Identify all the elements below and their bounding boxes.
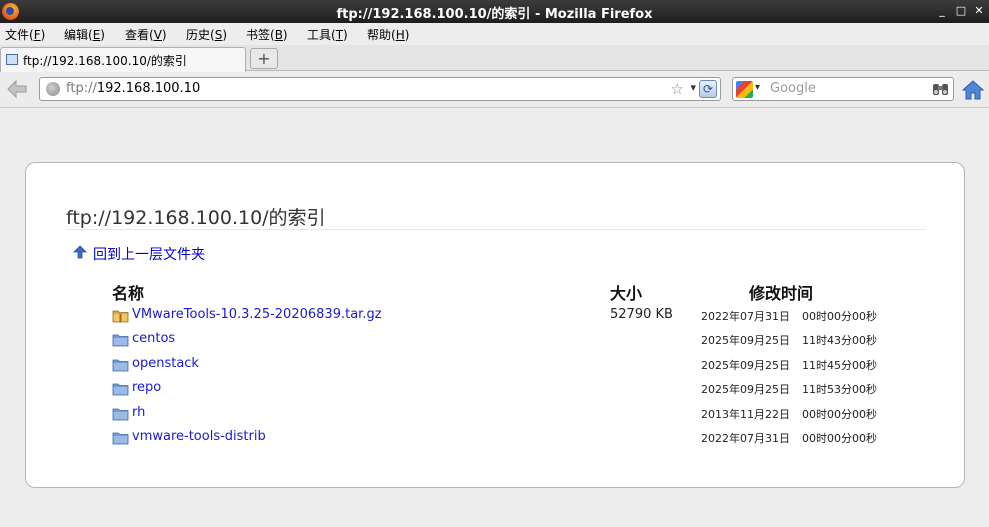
minimize-icon[interactable]: _ xyxy=(935,4,949,18)
new-tab-button[interactable]: + xyxy=(250,48,278,69)
menu-history[interactable]: 历史(S) xyxy=(186,26,227,43)
file-time: 00时00分00秒 xyxy=(802,432,877,445)
file-date: 2025年09月25日 xyxy=(701,358,790,372)
tab-label: ftp://192.168.100.10/的索引 xyxy=(23,54,187,68)
url-bar[interactable]: ftp://192.168.100.10 ☆ ▾ ⟳ xyxy=(39,77,721,101)
maximize-icon[interactable]: □ xyxy=(954,4,968,18)
table-row: repo 2025年09月25日 11时53分00秒 xyxy=(112,380,912,402)
divider xyxy=(66,229,926,230)
menu-edit[interactable]: 编辑(E) xyxy=(64,26,105,43)
tab-strip: ftp://192.168.100.10/的索引 + xyxy=(0,45,989,72)
parent-directory-label[interactable]: 回到上一层文件夹 xyxy=(93,244,205,264)
page-content: ftp://192.168.100.10/的索引 回到上一层文件夹 名称 大小 … xyxy=(0,109,989,527)
search-bar[interactable]: ▾ Google xyxy=(732,77,954,101)
menu-tools[interactable]: 工具(T) xyxy=(307,26,348,43)
window-title: ftp://192.168.100.10/的索引 - Mozilla Firef… xyxy=(336,7,653,22)
file-time: 00时00分00秒 xyxy=(802,407,877,421)
table-row: vmware-tools-distrib 2022年07月31日 00时00分00秒 xyxy=(112,429,912,451)
folder-icon[interactable] xyxy=(112,407,129,421)
folder-icon[interactable] xyxy=(112,382,129,396)
column-header-name[interactable]: 名称 xyxy=(112,280,144,304)
directory-listing-card: ftp://192.168.100.10/的索引 回到上一层文件夹 名称 大小 … xyxy=(25,162,965,488)
file-date: 2025年09月25日 xyxy=(701,383,790,397)
google-icon[interactable] xyxy=(736,81,753,98)
file-name-link[interactable]: VMwareTools-10.3.25-20206839.tar.gz xyxy=(132,307,382,322)
close-icon[interactable]: ✕ xyxy=(972,4,986,18)
chevron-down-icon[interactable]: ▾ xyxy=(755,82,760,93)
chevron-down-icon[interactable]: ▾ xyxy=(690,81,696,94)
file-name-link[interactable]: centos xyxy=(132,331,175,346)
reload-button[interactable]: ⟳ xyxy=(699,80,717,98)
table-row: VMwareTools-10.3.25-20206839.tar.gz 52790… xyxy=(112,307,912,329)
page-title: ftp://192.168.100.10/的索引 xyxy=(66,207,326,229)
file-name-link[interactable]: repo xyxy=(132,380,161,395)
file-name-link[interactable]: openstack xyxy=(132,356,199,371)
table-row: rh 2013年11月22日 00时00分00秒 xyxy=(112,405,912,427)
file-time: 11时43分00秒 xyxy=(802,334,877,348)
menu-bar: 文件(F) 编辑(E) 查看(V) 历史(S) 书签(B) 工具(T) 帮助(H) xyxy=(0,23,989,45)
file-size: 52790 KB xyxy=(610,307,673,322)
tab-ftp-index[interactable]: ftp://192.168.100.10/的索引 xyxy=(0,47,246,72)
url-text[interactable]: ftp://192.168.100.10 xyxy=(66,81,200,96)
bookmark-star-icon[interactable]: ☆ xyxy=(671,80,684,98)
back-arrow-icon xyxy=(7,79,27,99)
file-date: 2022年07月31日 xyxy=(701,432,790,445)
table-row: openstack 2025年09月25日 11时45分00秒 xyxy=(112,356,912,378)
menu-bookmarks[interactable]: 书签(B) xyxy=(246,26,288,43)
computer-icon xyxy=(6,54,18,65)
globe-icon xyxy=(46,82,60,96)
file-name-link[interactable]: rh xyxy=(132,405,145,420)
menu-view[interactable]: 查看(V) xyxy=(125,26,167,43)
file-date: 2022年07月31日 xyxy=(701,310,790,323)
navigation-toolbar: ftp://192.168.100.10 ☆ ▾ ⟳ ▾ Google xyxy=(0,72,989,108)
window-titlebar: ftp://192.168.100.10/的索引 - Mozilla Firef… xyxy=(0,0,989,23)
menu-help[interactable]: 帮助(H) xyxy=(367,26,409,43)
file-time: 00时00分00秒 xyxy=(802,310,877,323)
folder-icon[interactable] xyxy=(112,431,129,445)
search-placeholder[interactable]: Google xyxy=(770,81,816,96)
menu-file[interactable]: 文件(F) xyxy=(5,26,45,43)
file-date: 2025年09月25日 xyxy=(701,334,790,348)
file-date: 2013年11月22日 xyxy=(701,407,790,421)
column-header-modified[interactable]: 修改时间 xyxy=(749,280,813,304)
home-icon[interactable] xyxy=(961,79,985,101)
table-row: centos 2025年09月25日 11时43分00秒 xyxy=(112,331,912,353)
folder-icon[interactable] xyxy=(112,358,129,372)
archive-file-icon[interactable] xyxy=(112,309,129,323)
file-time: 11时45分00秒 xyxy=(802,358,877,372)
file-time: 11时53分00秒 xyxy=(802,383,877,397)
back-button[interactable] xyxy=(6,79,28,99)
search-binoculars-icon[interactable] xyxy=(932,81,949,97)
folder-icon[interactable] xyxy=(112,333,129,347)
column-header-size[interactable]: 大小 xyxy=(610,280,642,304)
file-name-link[interactable]: vmware-tools-distrib xyxy=(132,429,266,444)
up-arrow-icon xyxy=(73,245,87,259)
